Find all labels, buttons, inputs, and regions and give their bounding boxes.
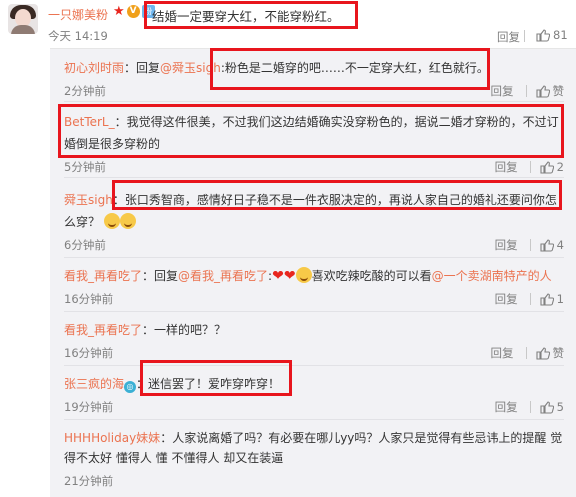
main-comment-text: 结婚一定要穿大红，不能穿粉红。 [152, 9, 340, 24]
reply-username[interactable]: BetTerL_ [64, 115, 115, 129]
reply-item: 张三疯的海 ◎ ：迷信罢了！爱咋穿咋穿！ 19分钟前 回复 5 [64, 375, 564, 415]
star-badge-icon: ★ [113, 4, 125, 19]
reply-button[interactable]: 回复 [495, 291, 518, 307]
mention-link[interactable]: @看我_再看吃了 [178, 269, 268, 283]
reply-text: ：一样的吧？？ [142, 323, 227, 337]
like-button[interactable]: 1 [540, 292, 564, 306]
reply-item: 初心刘时雨：回复@舜玉sigh:粉色是二婚穿的吧……不一定穿大红，红色就行。 2… [64, 59, 564, 99]
reply-username[interactable]: 看我_再看吃了 [64, 269, 142, 283]
emoji-icon [295, 267, 312, 283]
reply-time: 2分钟前 [64, 84, 106, 98]
reply-prefix: ：回复 [142, 269, 179, 283]
reply-text: ：张口秀智商，感情好日子稳不是一件衣服决定的，再说人家自己的婚礼还要问你怎 [112, 193, 557, 207]
reply-text: ：我觉得这件很美，不过我们这边结婚确实没穿粉色的，据说二婚才穿粉的，不过订 [114, 115, 559, 129]
divider [525, 347, 527, 359]
main-reply-button[interactable]: 回复 [497, 29, 520, 45]
heart-icon: ❤ [272, 268, 284, 284]
reply-item: 舜玉sigh：张口秀智商，感情好日子稳不是一件衣服决定的，再说人家自己的婚礼还要… [64, 191, 564, 253]
heart-icon: ❤ [283, 268, 296, 284]
divider [525, 85, 527, 97]
reply-time: 16分钟前 [64, 346, 114, 360]
mention-link[interactable]: @一个卖湖南特产的人 [432, 269, 552, 283]
like-count: 2 [556, 160, 564, 174]
thumbs-up-icon [540, 238, 554, 252]
thumbs-up-icon [540, 160, 554, 174]
reply-text: 喜欢吃辣吃酸的可以看 [311, 269, 432, 283]
reply-text: ：迷信罢了！爱咋穿咋穿！ [136, 377, 281, 391]
emoji-icon [119, 213, 136, 229]
reply-button[interactable]: 回复 [491, 83, 514, 99]
main-comment-time: 今天 14:19 [48, 29, 108, 43]
main-comment-username[interactable]: 一只娜美粉 [48, 6, 108, 23]
like-count: 1 [556, 292, 564, 306]
reply-item: 看我_再看吃了：一样的吧？？ 16分钟前 回复 赞 [64, 321, 564, 361]
like-button[interactable]: 赞 [535, 345, 565, 361]
like-count: 4 [556, 238, 564, 252]
thumbs-up-icon [536, 28, 550, 42]
main-like-button[interactable]: 81 [536, 28, 568, 42]
divider [64, 311, 564, 312]
divider [529, 401, 531, 413]
reply-time: 19分钟前 [64, 400, 114, 414]
reply-time: 21分钟前 [64, 474, 114, 488]
divider [64, 419, 564, 420]
reply-item: BetTerL_：我觉得这件很美，不过我们这边结婚确实没穿粉色的，据说二婚才穿粉… [64, 113, 564, 175]
reply-username[interactable]: 舜玉sigh [64, 193, 113, 207]
reply-prefix: ：回复 [124, 61, 161, 75]
reply-username[interactable]: 张三疯的海 [64, 377, 124, 391]
divider [529, 161, 531, 173]
reply-text-line2: 么穿？ [64, 215, 101, 229]
thumbs-up-icon [535, 84, 550, 98]
emoji-icon [103, 213, 120, 229]
reply-item: 看我_再看吃了：回复@看我_再看吃了:❤❤ 喜欢吃辣吃酸的可以看@一个卖湖南特产的… [64, 267, 564, 307]
divider [529, 293, 531, 305]
divider [529, 239, 531, 251]
thumbs-up-icon [540, 292, 554, 306]
reply-button[interactable]: 回复 [491, 345, 514, 361]
divider [524, 30, 525, 42]
like-button[interactable]: 赞 [535, 83, 565, 99]
replies-panel: 初心刘时雨：回复@舜玉sigh:粉色是二婚穿的吧……不一定穿大红，红色就行。 2… [50, 48, 576, 497]
main-comment: 一只娜美粉 ★ V 粉 结婚一定要穿大红，不能穿粉红。 今天 14:19 回复 … [0, 0, 576, 46]
divider [64, 365, 564, 366]
reply-time: 6分钟前 [64, 238, 106, 252]
like-count: 5 [556, 400, 564, 414]
reply-button[interactable]: 回复 [495, 237, 518, 253]
like-button[interactable]: 5 [540, 400, 564, 414]
like-button[interactable]: 4 [540, 238, 564, 252]
reply-button[interactable]: 回复 [495, 159, 518, 175]
user-badges: ★ V 粉 [113, 5, 155, 19]
user-badge-icon: ◎ [124, 381, 137, 393]
reply-button[interactable]: 回复 [495, 399, 518, 415]
reply-time: 5分钟前 [64, 160, 106, 174]
main-like-count: 81 [553, 28, 568, 42]
reply-username[interactable]: 初心刘时雨 [64, 61, 124, 75]
reply-text-line2: 得不太好 懂得人 懂 不懂得人 却又在装逼 [64, 451, 284, 465]
mention-link[interactable]: @舜玉sigh [160, 61, 221, 75]
reply-time: 16分钟前 [64, 292, 114, 306]
thumbs-up-icon [535, 346, 550, 360]
like-label: 赞 [552, 84, 565, 98]
verified-badge-icon: V [126, 5, 140, 18]
divider [64, 257, 564, 258]
user-avatar[interactable] [8, 4, 38, 34]
like-label: 赞 [552, 346, 565, 360]
thumbs-up-icon [540, 400, 554, 414]
reply-item: HHHHoliday妹妹：人家说离婚了吗？有必要在哪儿yy吗？人家只是觉得有些忌… [64, 429, 564, 493]
like-button[interactable]: 2 [540, 160, 564, 174]
reply-username[interactable]: HHHHoliday妹妹 [64, 431, 160, 445]
reply-username[interactable]: 看我_再看吃了 [64, 323, 142, 337]
reply-text: :粉色是二婚穿的吧……不一定穿大红，红色就行。 [220, 61, 489, 75]
reply-text-line2: 婚倒是很多穿粉的 [64, 137, 161, 151]
reply-text: ：人家说离婚了吗？有必要在哪儿yy吗？人家只是觉得有些忌讳上的提醒 觉 [160, 431, 563, 445]
divider [64, 177, 564, 178]
divider [64, 101, 564, 102]
